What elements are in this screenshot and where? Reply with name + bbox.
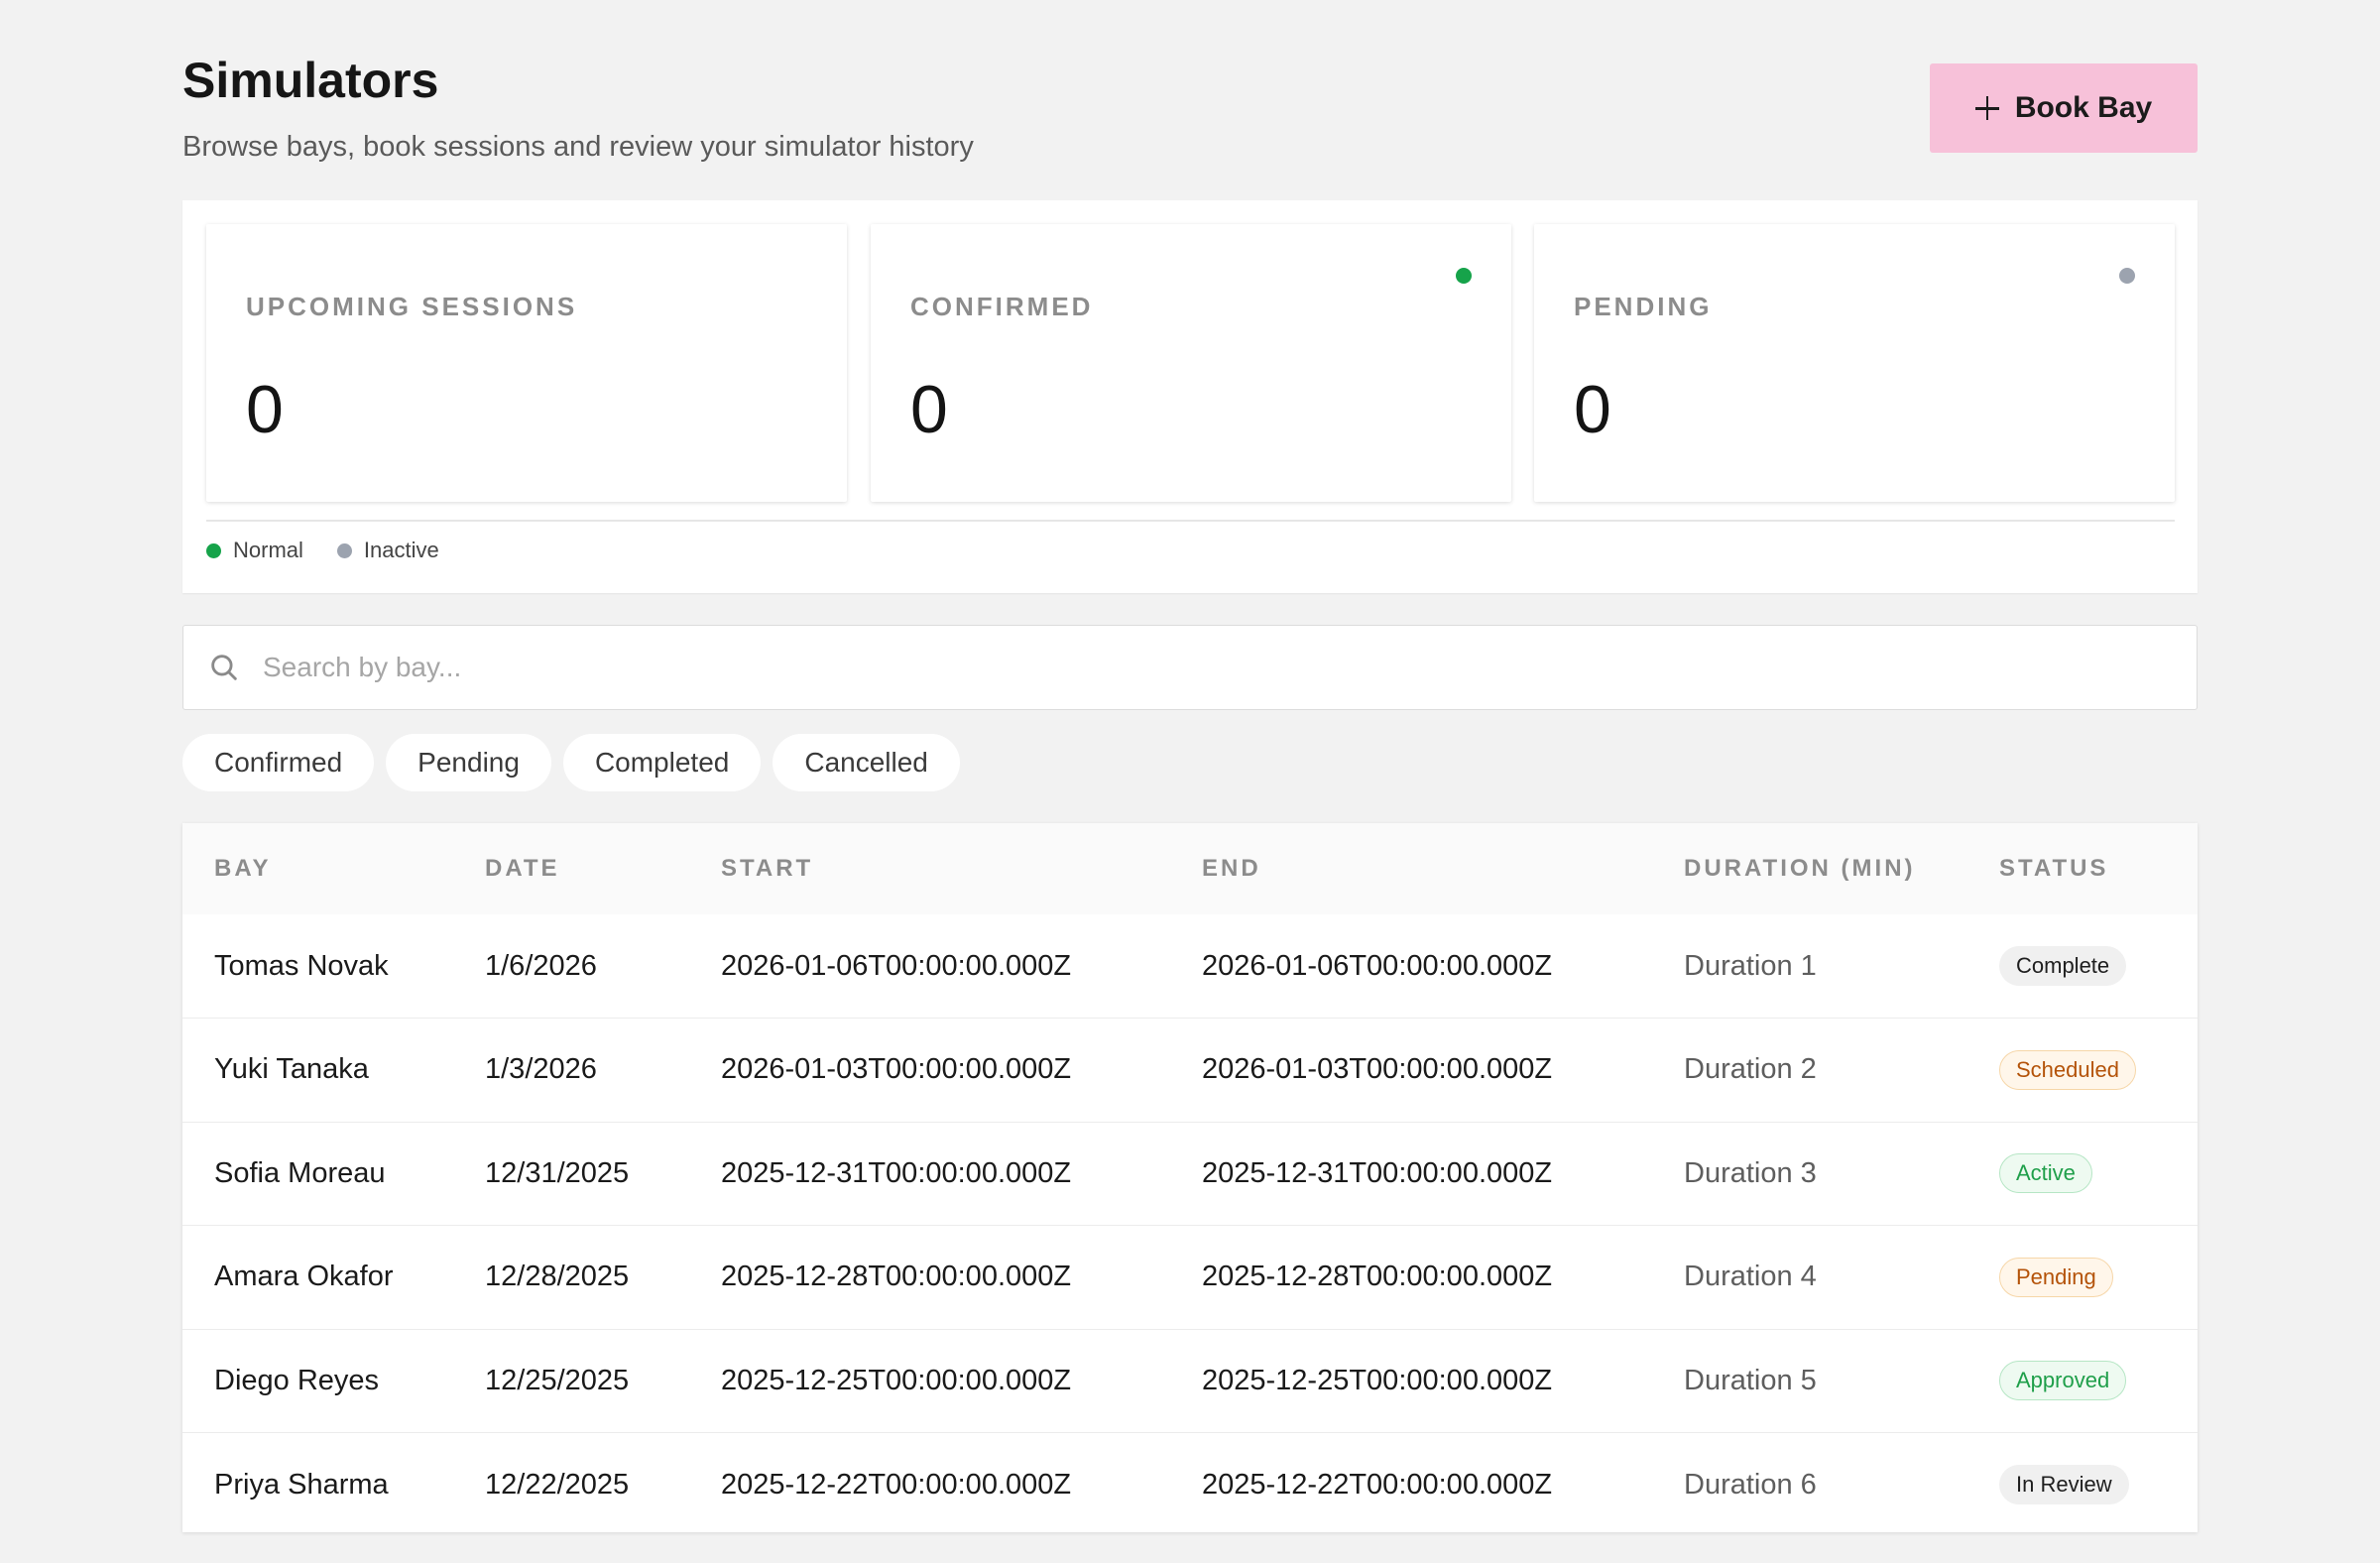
- cell-date: 12/22/2025: [485, 1468, 630, 1501]
- cell-end: 2025-12-31T00:00:00.000Z: [1202, 1156, 1553, 1189]
- stat-value: 0: [246, 372, 284, 447]
- stat-card-confirmed: CONFIRMED 0: [871, 224, 1511, 502]
- status-dot-icon: [2119, 268, 2135, 284]
- book-bay-button[interactable]: Book Bay: [1930, 63, 2198, 153]
- cell-start: 2025-12-22T00:00:00.000Z: [721, 1468, 1072, 1501]
- cell-start: 2026-01-03T00:00:00.000Z: [721, 1053, 1072, 1086]
- cell-duration: Duration 2: [1684, 1053, 1817, 1086]
- cell-status: Active: [1999, 1122, 2198, 1226]
- table-row[interactable]: Diego Reyes 12/25/2025 2025-12-25T00:00:…: [182, 1329, 2198, 1433]
- cell-status: Scheduled: [1999, 1019, 2198, 1123]
- stat-value: 0: [1574, 372, 1611, 447]
- column-header-start[interactable]: START: [721, 823, 1202, 914]
- cell-duration: Duration 4: [1684, 1261, 1817, 1293]
- table-row[interactable]: Priya Sharma 12/22/2025 2025-12-22T00:00…: [182, 1432, 2198, 1537]
- search-input[interactable]: [261, 651, 2149, 684]
- stats-panel: UPCOMING SESSIONS 0 CONFIRMED 0 PENDING …: [182, 200, 2198, 593]
- cell-bay: Tomas Novak: [214, 949, 389, 982]
- status-dot-icon: [1456, 268, 1472, 284]
- stat-label: UPCOMING SESSIONS: [246, 292, 578, 321]
- status-badge: Approved: [1999, 1361, 2127, 1401]
- cell-bay: Diego Reyes: [214, 1364, 380, 1396]
- cell-status: In Review: [1999, 1433, 2198, 1537]
- legend-item-normal: Normal: [206, 538, 303, 563]
- cell-bay: Yuki Tanaka: [214, 1053, 369, 1086]
- cell-start: 2025-12-28T00:00:00.000Z: [721, 1261, 1072, 1293]
- column-header-duration[interactable]: DURATION (MIN): [1684, 823, 1999, 914]
- cell-end: 2025-12-25T00:00:00.000Z: [1202, 1364, 1553, 1396]
- legend-dot-icon: [336, 542, 352, 558]
- cell-date: 1/3/2026: [485, 1053, 597, 1086]
- cell-start: 2026-01-06T00:00:00.000Z: [721, 949, 1072, 982]
- cell-date: 1/6/2026: [485, 949, 597, 982]
- stat-label: CONFIRMED: [910, 292, 1094, 321]
- cell-date: 12/28/2025: [485, 1261, 630, 1293]
- status-badge: Complete: [1999, 946, 2127, 986]
- plus-icon: [1974, 96, 1999, 120]
- cell-status: Pending: [1999, 1226, 2198, 1330]
- cell-duration: Duration 3: [1684, 1156, 1817, 1189]
- status-filters: Confirmed Pending Completed Cancelled: [182, 734, 960, 791]
- page-subtitle: Browse bays, book sessions and review yo…: [182, 131, 974, 163]
- status-badge: Active: [1999, 1153, 2092, 1194]
- filter-chip-cancelled[interactable]: Cancelled: [773, 734, 960, 791]
- search-bar: [182, 625, 2198, 710]
- cell-end: 2025-12-22T00:00:00.000Z: [1202, 1468, 1553, 1501]
- filter-chip-completed[interactable]: Completed: [562, 734, 762, 791]
- filter-chip-confirmed[interactable]: Confirmed: [182, 734, 375, 791]
- column-header-end[interactable]: END: [1202, 823, 1684, 914]
- table-row[interactable]: Yuki Tanaka 1/3/2026 2026-01-03T00:00:00…: [182, 1018, 2198, 1123]
- simulators-page: Simulators Browse bays, book sessions an…: [0, 0, 2380, 1563]
- cell-duration: Duration 1: [1684, 949, 1817, 982]
- cell-bay: Amara Okafor: [214, 1261, 394, 1293]
- column-header-date[interactable]: DATE: [485, 823, 721, 914]
- table-row[interactable]: Amara Okafor 12/28/2025 2025-12-28T00:00…: [182, 1225, 2198, 1330]
- cell-date: 12/25/2025: [485, 1364, 630, 1396]
- cell-bay: Sofia Moreau: [214, 1156, 386, 1189]
- column-header-bay[interactable]: BAY: [182, 823, 485, 914]
- column-header-status[interactable]: STATUS: [1999, 823, 2198, 914]
- stat-value: 0: [910, 372, 948, 447]
- cell-end: 2026-01-06T00:00:00.000Z: [1202, 949, 1553, 982]
- stat-label: PENDING: [1574, 292, 1713, 321]
- status-badge: In Review: [1999, 1465, 2129, 1504]
- book-bay-label: Book Bay: [2014, 91, 2153, 124]
- cell-start: 2025-12-25T00:00:00.000Z: [721, 1364, 1072, 1396]
- stat-card-pending: PENDING 0: [1534, 224, 2175, 502]
- cell-start: 2025-12-31T00:00:00.000Z: [721, 1156, 1072, 1189]
- table-header-row: BAY DATE START END DURATION (MIN) STATUS: [182, 823, 2198, 914]
- legend-item-inactive: Inactive: [336, 538, 439, 563]
- stat-card-upcoming: UPCOMING SESSIONS 0: [206, 224, 847, 502]
- cell-bay: Priya Sharma: [214, 1468, 389, 1501]
- table-row[interactable]: Sofia Moreau 12/31/2025 2025-12-31T00:00…: [182, 1122, 2198, 1226]
- cell-duration: Duration 5: [1684, 1364, 1817, 1396]
- cell-status: Complete: [1999, 914, 2198, 1019]
- cell-end: 2025-12-28T00:00:00.000Z: [1202, 1261, 1553, 1293]
- cell-duration: Duration 6: [1684, 1468, 1817, 1501]
- cell-status: Approved: [1999, 1329, 2198, 1433]
- search-icon: [211, 655, 237, 680]
- page-title: Simulators: [182, 53, 439, 108]
- legend: Normal Inactive: [206, 538, 439, 563]
- legend-label: Normal: [233, 538, 303, 562]
- filter-chip-pending[interactable]: Pending: [386, 734, 551, 791]
- status-badge: Scheduled: [1999, 1049, 2136, 1090]
- legend-dot-icon: [206, 542, 221, 558]
- table-row[interactable]: Tomas Novak 1/6/2026 2026-01-06T00:00:00…: [182, 914, 2198, 1019]
- divider: [206, 520, 2175, 522]
- status-badge: Pending: [1999, 1257, 2113, 1297]
- cell-date: 12/31/2025: [485, 1156, 630, 1189]
- sessions-table: BAY DATE START END DURATION (MIN) STATUS…: [182, 823, 2198, 1532]
- cell-end: 2026-01-03T00:00:00.000Z: [1202, 1053, 1553, 1086]
- legend-label: Inactive: [363, 538, 439, 562]
